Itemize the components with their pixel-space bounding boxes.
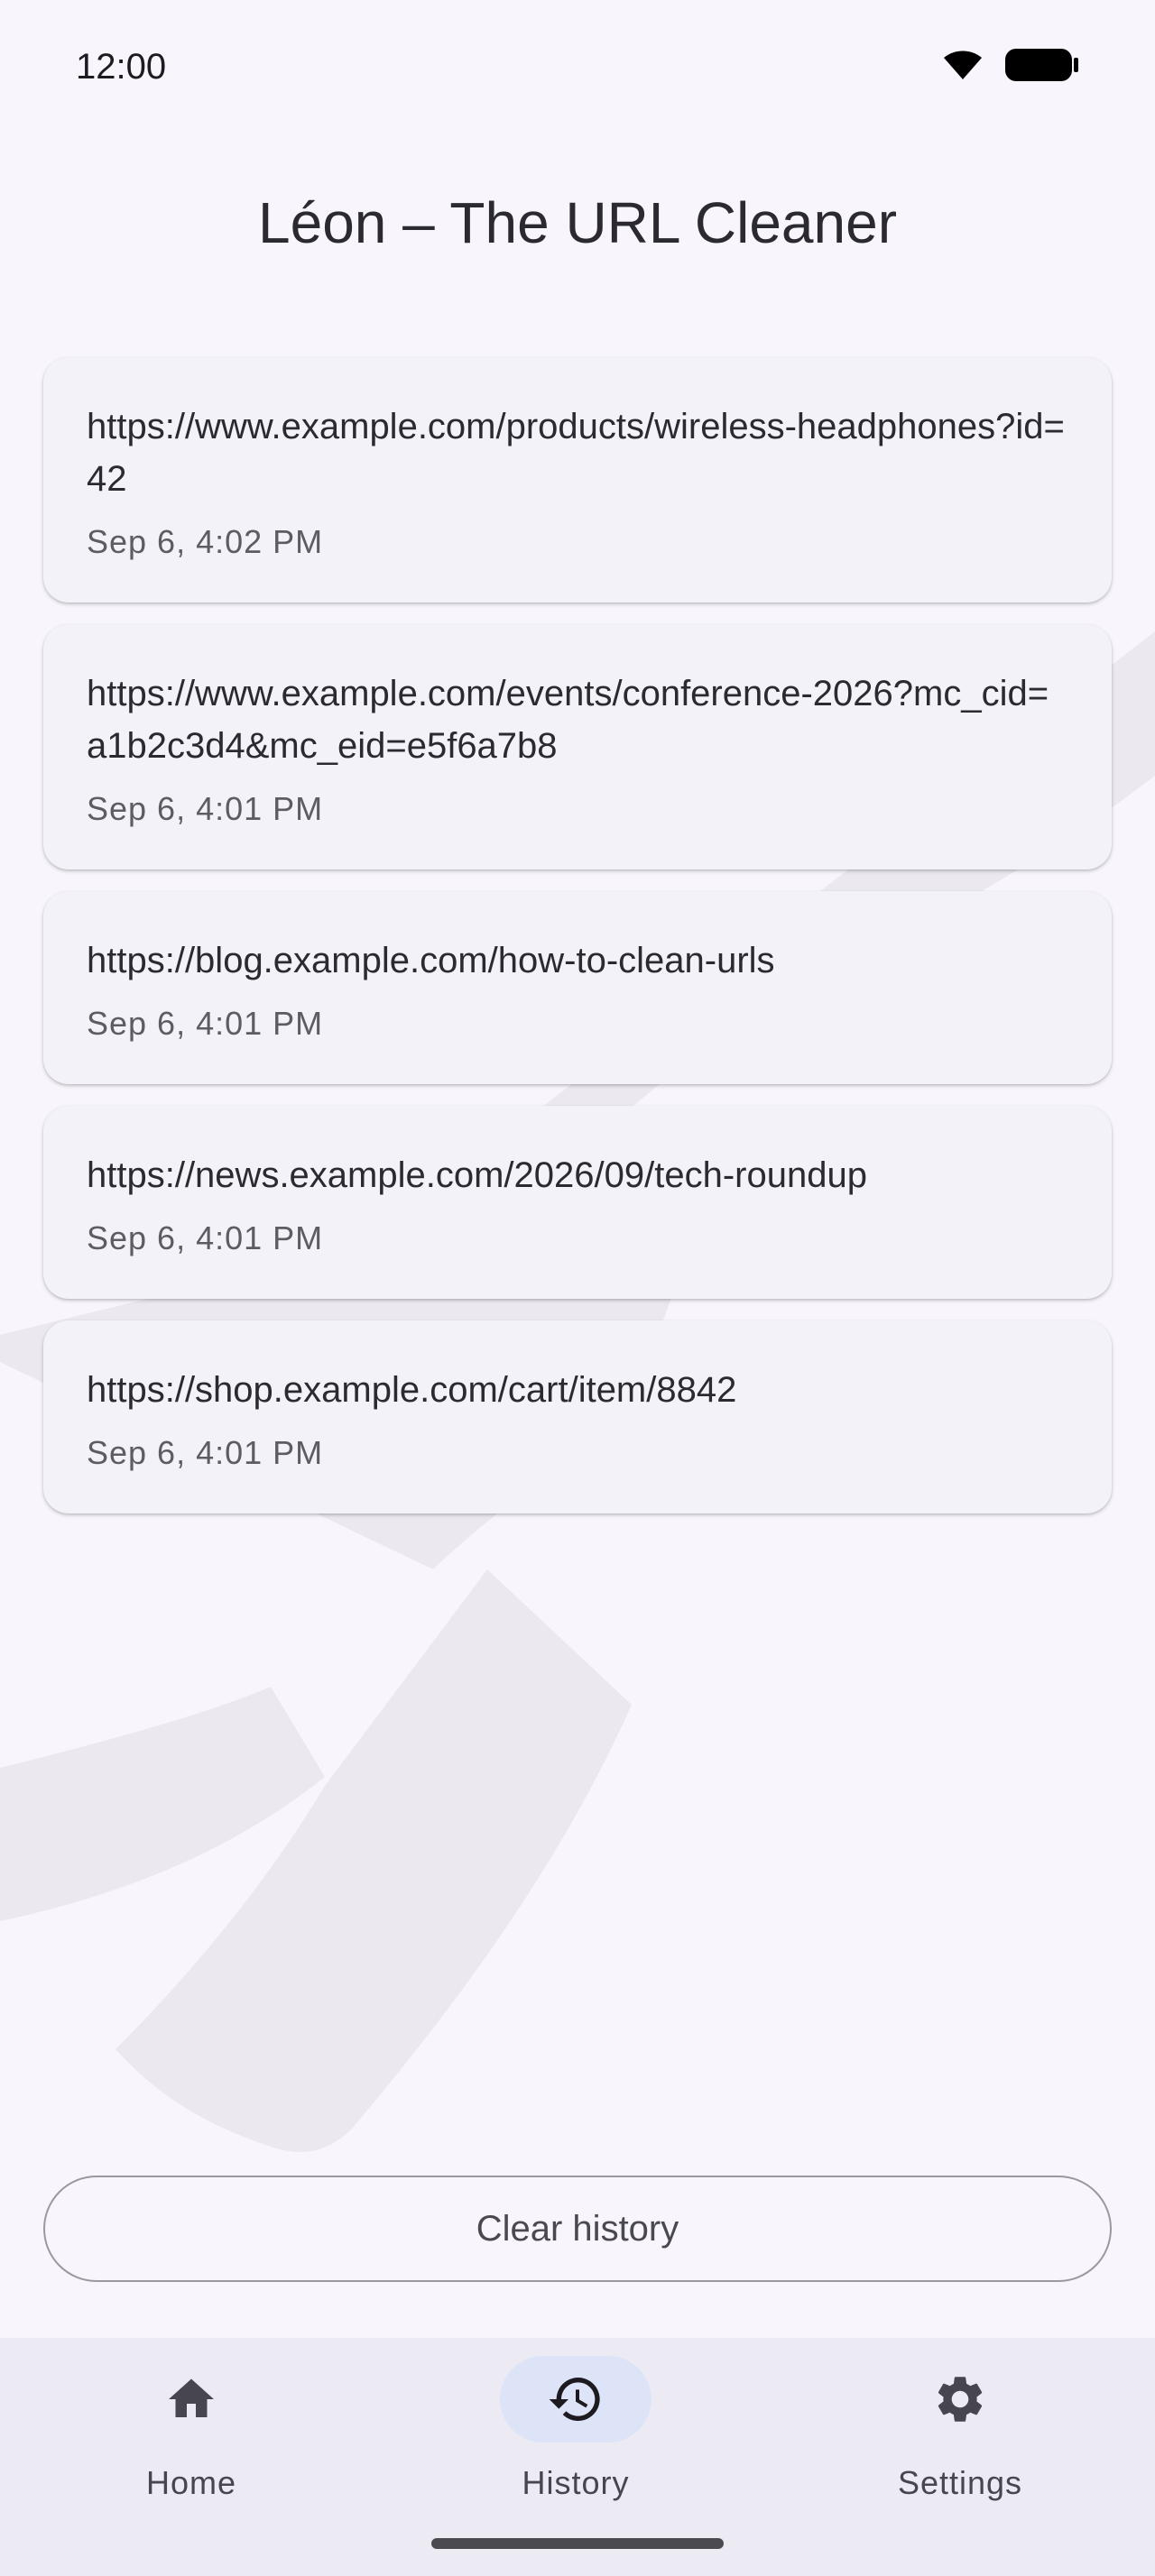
status-time: 12:00 [76, 47, 167, 87]
status-icons [940, 47, 1079, 83]
history-item[interactable]: https://www.example.com/events/conferenc… [43, 624, 1112, 869]
history-item-time: Sep 6, 4:02 PM [87, 523, 324, 560]
nav-label-settings: Settings [897, 2464, 1023, 2501]
home-indicator[interactable] [431, 2538, 724, 2549]
history-item-url: https://www.example.com/products/wireles… [87, 407, 1065, 499]
nav-item-home[interactable]: Home [47, 2338, 336, 2576]
history-item[interactable]: https://shop.example.com/cart/item/8842 … [43, 1320, 1112, 1513]
history-item-url: https://news.example.com/2026/09/tech-ro… [87, 1155, 867, 1195]
page-title: Léon – The URL Cleaner [258, 190, 897, 255]
home-icon [169, 2378, 214, 2417]
nav-pill-home [116, 2356, 267, 2443]
nav-item-settings[interactable]: Settings [816, 2338, 1104, 2576]
nav-pill-settings [884, 2356, 1036, 2443]
history-item[interactable]: https://news.example.com/2026/09/tech-ro… [43, 1106, 1112, 1299]
nav-label-home: Home [145, 2464, 237, 2501]
nav-label-history: History [522, 2464, 630, 2501]
history-icon [549, 2378, 600, 2421]
history-item-time: Sep 6, 4:01 PM [87, 790, 324, 827]
battery-icon [1005, 49, 1078, 81]
status-bar: 12:00 [0, 0, 1155, 135]
clear-history-button[interactable]: Clear history [43, 2176, 1112, 2282]
gear-icon [938, 2377, 983, 2422]
history-item[interactable]: https://blog.example.com/how-to-clean-ur… [43, 891, 1112, 1084]
history-item-time: Sep 6, 4:01 PM [87, 1005, 324, 1042]
history-item-url: https://shop.example.com/cart/item/8842 [87, 1370, 737, 1410]
history-item[interactable]: https://www.example.com/products/wireles… [43, 357, 1112, 603]
history-item-url: https://blog.example.com/how-to-clean-ur… [87, 941, 775, 980]
history-item-url: https://www.example.com/events/conferenc… [87, 674, 1049, 766]
wifi-icon [944, 51, 982, 79]
nav-pill-history [500, 2356, 651, 2443]
history-list: https://www.example.com/products/wireles… [43, 357, 1112, 1535]
history-item-time: Sep 6, 4:01 PM [87, 1219, 324, 1256]
history-item-time: Sep 6, 4:01 PM [87, 1434, 324, 1471]
